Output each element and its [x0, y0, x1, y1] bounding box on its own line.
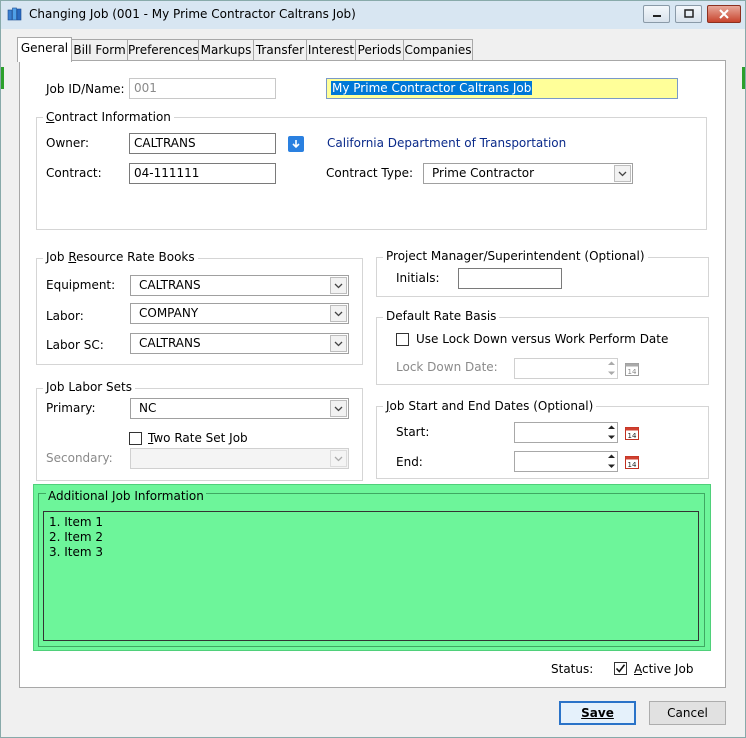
- background-accent: [1, 67, 4, 89]
- additional-info-textarea[interactable]: 1. Item 1 2. Item 2 3. Item 3: [43, 511, 699, 641]
- chevron-down-icon: [330, 400, 347, 417]
- additional-info-title: Additional Job Information: [46, 489, 206, 503]
- spin-up-icon[interactable]: [605, 423, 617, 432]
- contract-label: Contract:: [46, 166, 102, 180]
- primary-labor-set-dropdown[interactable]: NC: [130, 398, 349, 419]
- additional-info-line: 3. Item 3: [49, 545, 104, 559]
- lockdown-label[interactable]: Use Lock Down versus Work Perform Date: [416, 332, 668, 346]
- owner-label: Owner:: [46, 136, 90, 150]
- svg-text:14: 14: [628, 461, 637, 469]
- two-rate-set-checkbox[interactable]: [129, 432, 142, 445]
- contract-information-title: Contract Information: [43, 110, 174, 124]
- owner-description-link[interactable]: California Department of Transportation: [327, 136, 566, 150]
- active-job-label[interactable]: Active Job: [634, 662, 693, 676]
- additional-info-line: 2. Item 2: [49, 530, 104, 544]
- equipment-rate-book-dropdown[interactable]: CALTRANS: [130, 275, 349, 296]
- close-window-button[interactable]: [707, 5, 741, 23]
- spin-down-icon[interactable]: [605, 369, 617, 378]
- start-date-label: Start:: [396, 425, 430, 439]
- chevron-down-icon: [330, 335, 347, 352]
- owner-lookup-button[interactable]: [288, 136, 304, 152]
- project-manager-title: Project Manager/Superintendent (Optional…: [383, 249, 648, 263]
- tab-interest[interactable]: Interest: [306, 39, 356, 61]
- calendar-icon[interactable]: 14: [625, 426, 639, 440]
- title-bar[interactable]: Changing Job (001 - My Prime Contractor …: [1, 1, 745, 29]
- labor-sc-rate-book-dropdown[interactable]: CALTRANS: [130, 333, 349, 354]
- arrow-down-icon: [292, 140, 300, 149]
- maximize-button[interactable]: [675, 5, 702, 23]
- contract-type-dropdown[interactable]: Prime Contractor: [423, 163, 633, 184]
- save-button[interactable]: Save: [559, 701, 636, 725]
- svg-text:14: 14: [628, 368, 637, 376]
- active-job-checkbox[interactable]: [614, 662, 627, 675]
- lockdown-date-field[interactable]: [514, 358, 618, 379]
- labor-sc-label: Labor SC:: [46, 338, 104, 352]
- minimize-icon: [652, 15, 661, 17]
- tab-general[interactable]: General: [17, 37, 72, 62]
- labor-sets-title: Job Labor Sets: [43, 380, 136, 394]
- additional-info-section: Additional Job Information 1. Item 1 2. …: [33, 484, 711, 651]
- general-tab-panel: Job ID/Name: 001 My Prime Contractor Cal…: [19, 60, 726, 688]
- contract-type-value: Prime Contractor: [432, 166, 535, 180]
- secondary-label: Secondary:: [46, 451, 113, 465]
- cancel-button[interactable]: Cancel: [649, 701, 726, 725]
- contract-field[interactable]: 04-111111: [129, 163, 276, 184]
- changing-job-dialog: Changing Job (001 - My Prime Contractor …: [0, 0, 746, 738]
- job-name-selected-text: My Prime Contractor Caltrans Job: [331, 81, 533, 95]
- additional-info-line: 1. Item 1: [49, 515, 104, 529]
- job-id-label: Job ID/Name:: [46, 82, 125, 96]
- calendar-icon[interactable]: 14: [625, 362, 639, 376]
- tab-transfer[interactable]: Transfer: [253, 39, 307, 61]
- lockdown-date-label: Lock Down Date:: [396, 360, 498, 374]
- background-accent: [742, 67, 745, 89]
- two-rate-set-label[interactable]: Two Rate Set Job: [148, 431, 248, 445]
- tab-bill-form[interactable]: Bill Form: [71, 39, 128, 61]
- maximize-icon: [683, 9, 694, 18]
- job-dates-title: Job Start and End Dates (Optional): [383, 399, 597, 413]
- spin-down-icon[interactable]: [605, 433, 617, 442]
- chevron-down-icon: [614, 165, 631, 182]
- minimize-button[interactable]: [643, 5, 670, 23]
- primary-label: Primary:: [46, 401, 96, 415]
- chevron-down-icon: [330, 277, 347, 294]
- tab-periods[interactable]: Periods: [355, 39, 404, 61]
- initials-field[interactable]: [458, 268, 562, 289]
- rate-books-title: Job Resource Rate Books: [43, 250, 198, 264]
- calendar-icon[interactable]: 14: [625, 455, 639, 469]
- labor-sc-value: CALTRANS: [139, 336, 201, 350]
- default-rate-basis-title: Default Rate Basis: [383, 309, 500, 323]
- status-label: Status:: [551, 662, 594, 676]
- equipment-label: Equipment:: [46, 278, 116, 292]
- spin-up-icon[interactable]: [605, 359, 617, 368]
- chevron-down-icon: [330, 450, 347, 467]
- chevron-down-icon: [330, 305, 347, 322]
- labor-label: Labor:: [46, 309, 84, 323]
- start-date-field[interactable]: [514, 422, 618, 443]
- close-icon: [719, 9, 729, 19]
- tab-companies[interactable]: Companies: [403, 39, 473, 61]
- labor-value: COMPANY: [139, 306, 199, 320]
- tab-markups[interactable]: Markups: [198, 39, 254, 61]
- end-date-label: End:: [396, 455, 423, 469]
- owner-field[interactable]: CALTRANS: [129, 133, 276, 154]
- svg-text:14: 14: [628, 432, 637, 440]
- lockdown-checkbox[interactable]: [396, 333, 409, 346]
- spin-down-icon[interactable]: [605, 462, 617, 471]
- spin-up-icon[interactable]: [605, 452, 617, 461]
- labor-rate-book-dropdown[interactable]: COMPANY: [130, 303, 349, 324]
- initials-label: Initials:: [396, 271, 440, 285]
- job-name-field[interactable]: My Prime Contractor Caltrans Job: [326, 78, 678, 99]
- contract-type-label: Contract Type:: [326, 166, 414, 180]
- primary-value: NC: [139, 401, 157, 415]
- book-stack-icon: [7, 7, 22, 21]
- equipment-value: CALTRANS: [139, 278, 201, 292]
- end-date-field[interactable]: [514, 451, 618, 472]
- tab-preferences[interactable]: Preferences: [127, 39, 199, 61]
- secondary-labor-set-dropdown[interactable]: [130, 448, 349, 469]
- job-id-field[interactable]: 001: [129, 78, 276, 99]
- checkmark-icon: [615, 664, 626, 673]
- window-title: Changing Job (001 - My Prime Contractor …: [29, 7, 356, 21]
